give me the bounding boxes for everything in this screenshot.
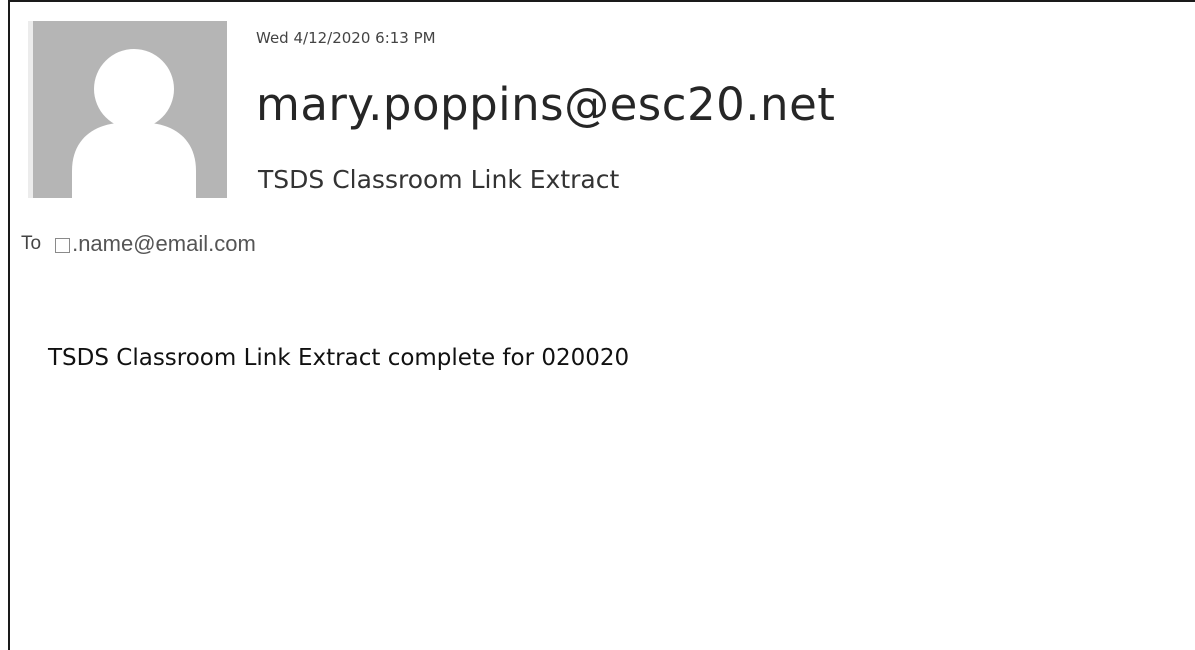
sender-address[interactable]: mary.poppins@esc20.net [256,78,835,131]
sender-avatar [28,21,227,198]
person-placeholder-icon [72,49,196,198]
recipient-row: To .name@email.com [21,231,256,257]
recipient-address[interactable]: .name@email.com [72,231,256,257]
email-subject: TSDS Classroom Link Extract [258,165,620,194]
email-reading-pane: Wed 4/12/2020 6:13 PM mary.poppins@esc20… [8,0,1195,650]
sent-date: Wed 4/12/2020 6:13 PM [256,29,436,47]
checkbox-icon[interactable] [55,237,71,253]
to-label: To [21,233,42,254]
email-body: TSDS Classroom Link Extract complete for… [48,345,630,371]
